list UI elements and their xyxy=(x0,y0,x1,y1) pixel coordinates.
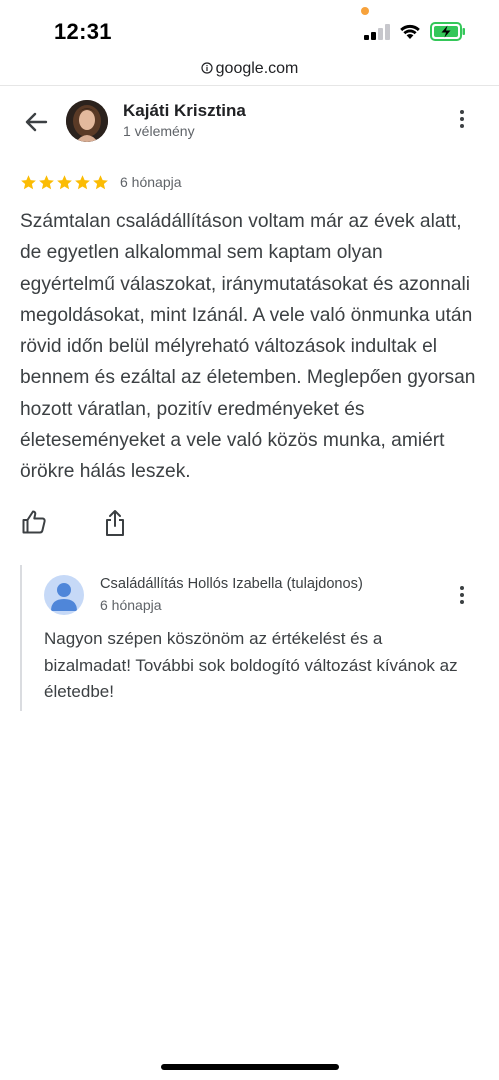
url-display[interactable]: google.com xyxy=(0,60,499,78)
reply-divider xyxy=(20,565,22,711)
star-icon xyxy=(21,174,36,189)
cellular-signal-icon xyxy=(364,24,390,40)
rating-row: 6 hónapja xyxy=(20,172,182,192)
review-time: 6 hónapja xyxy=(120,174,182,190)
browser-url-bar[interactable]: google.com xyxy=(0,58,499,86)
url-text: google.com xyxy=(215,60,299,77)
owner-reply-text: Nagyon szépen köszönöm az értékelést és … xyxy=(44,629,458,701)
battery-charging-icon xyxy=(430,22,465,41)
reviewer-name[interactable]: Kajáti Krisztina xyxy=(123,101,246,121)
thumbs-up-icon[interactable] xyxy=(21,509,47,535)
owner-avatar xyxy=(44,575,84,615)
owner-reply-time: 6 hónapja xyxy=(100,597,162,613)
person-icon xyxy=(51,583,77,611)
reviewer-avatar[interactable] xyxy=(66,100,108,142)
star-icon xyxy=(93,174,108,189)
reviewer-review-count: 1 vélemény xyxy=(123,123,195,139)
status-bar: 12:31 xyxy=(0,0,499,58)
review-more-options-icon[interactable] xyxy=(452,108,472,136)
owner-name: Családállítás Hollós Izabella (tulajdono… xyxy=(100,576,363,592)
wifi-icon xyxy=(400,24,420,39)
review-page: 12:31 google.com Kajáti Krisztina 1 véle… xyxy=(0,0,499,1080)
review-text: Számtalan családállításon voltam már az … xyxy=(20,211,476,483)
star-icon xyxy=(75,174,90,189)
status-time: 12:31 xyxy=(54,19,112,44)
star-icon xyxy=(39,174,54,189)
back-arrow-icon[interactable] xyxy=(20,108,52,136)
reviewer-photo xyxy=(66,100,108,142)
info-icon xyxy=(201,62,213,74)
home-indicator[interactable] xyxy=(161,1064,339,1070)
privacy-indicator-dot xyxy=(361,7,369,15)
reply-more-options-icon[interactable] xyxy=(452,584,472,612)
star-rating xyxy=(20,174,109,191)
star-icon xyxy=(57,174,72,189)
share-icon[interactable] xyxy=(104,509,126,537)
